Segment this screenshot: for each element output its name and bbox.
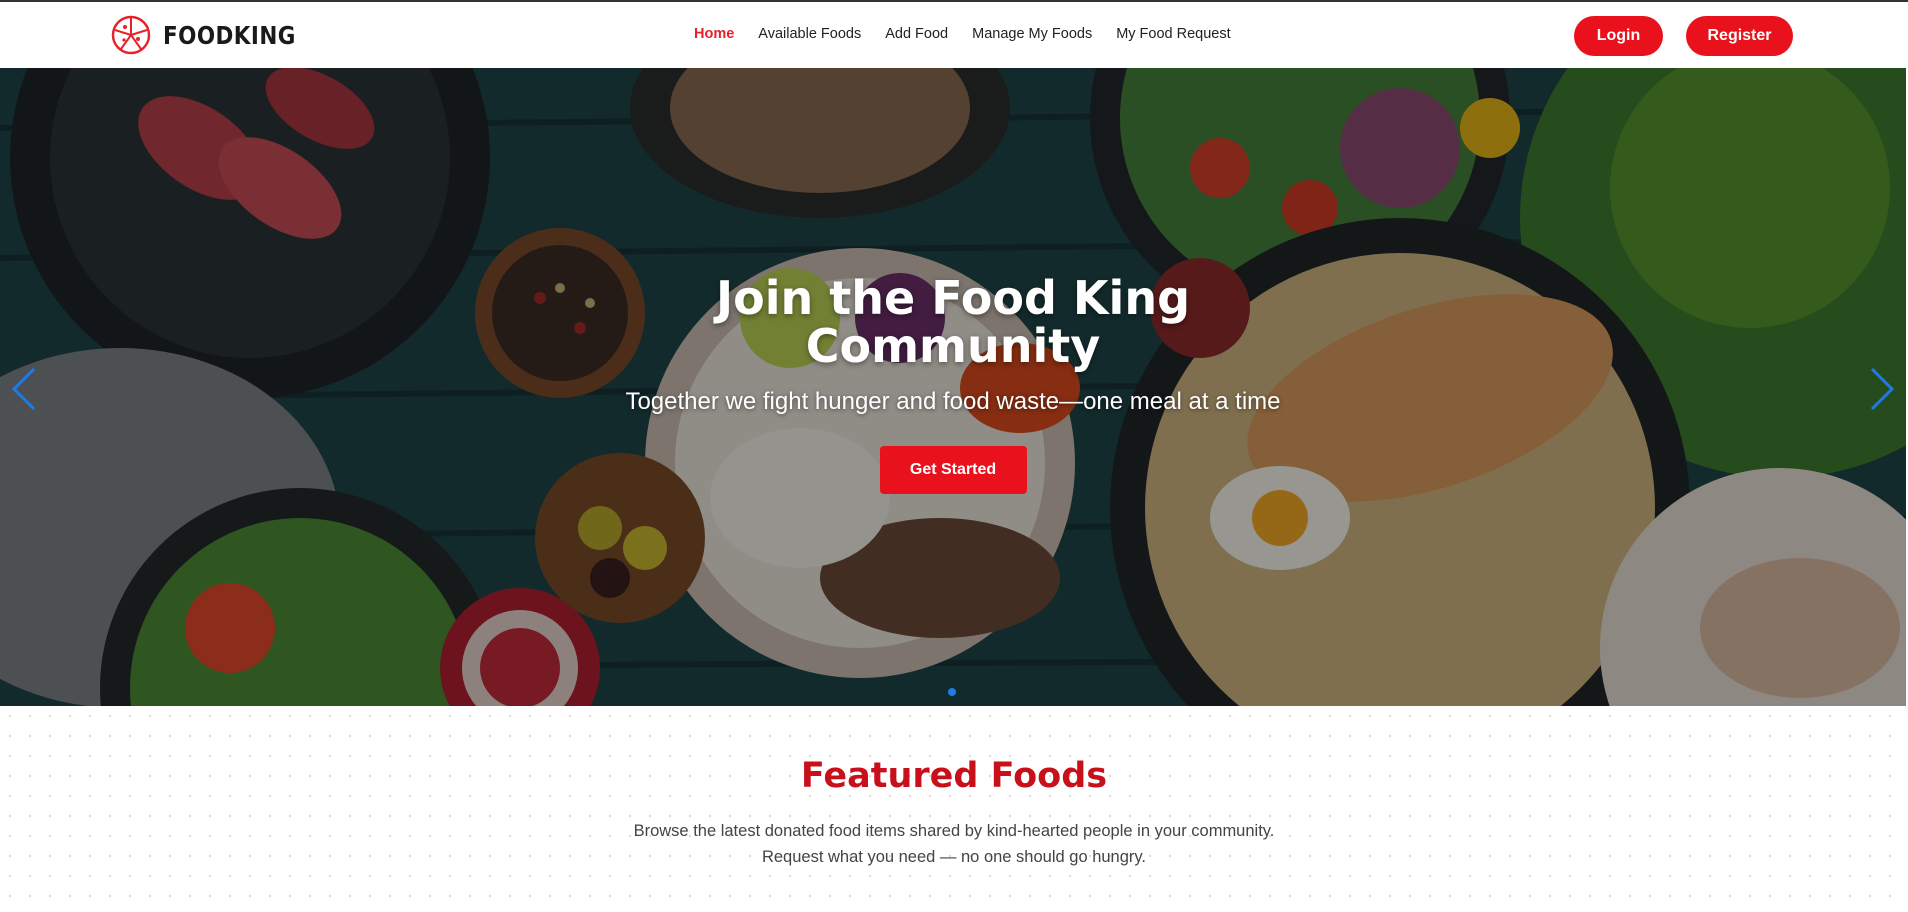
nav-available-foods[interactable]: Available Foods: [758, 26, 861, 42]
nav-home[interactable]: Home: [694, 26, 734, 42]
carousel-dot[interactable]: [948, 688, 956, 696]
hero-carousel: Join the Food King Community Together we…: [0, 68, 1906, 706]
nav-manage-my-foods[interactable]: Manage My Foods: [972, 26, 1092, 42]
brand[interactable]: FOODKING: [111, 14, 317, 56]
featured-title: Featured Foods: [800, 756, 1108, 796]
register-button[interactable]: Register: [1686, 16, 1793, 56]
featured-foods-section: Featured Foods Browse the latest donated…: [0, 706, 1908, 912]
featured-description: Browse the latest donated food items sha…: [633, 822, 1275, 866]
brand-name: FOODKING: [163, 20, 296, 50]
pizza-slice-icon: [111, 15, 151, 55]
navbar: FOODKING Home Available Foods Add Food M…: [0, 2, 1908, 68]
main-nav: Home Available Foods Add Food Manage My …: [694, 26, 1231, 42]
nav-add-food[interactable]: Add Food: [885, 26, 948, 42]
hero-content: Join the Food King Community Together we…: [0, 274, 1906, 494]
get-started-button[interactable]: Get Started: [879, 446, 1027, 494]
chevron-right-icon[interactable]: [1864, 364, 1900, 414]
hero-subtitle: Together we fight hunger and food waste—…: [625, 388, 1281, 415]
chevron-left-icon[interactable]: [6, 364, 42, 414]
nav-my-food-request[interactable]: My Food Request: [1116, 26, 1230, 42]
hero-title: Join the Food King Community: [716, 271, 1190, 373]
login-button[interactable]: Login: [1574, 16, 1663, 56]
